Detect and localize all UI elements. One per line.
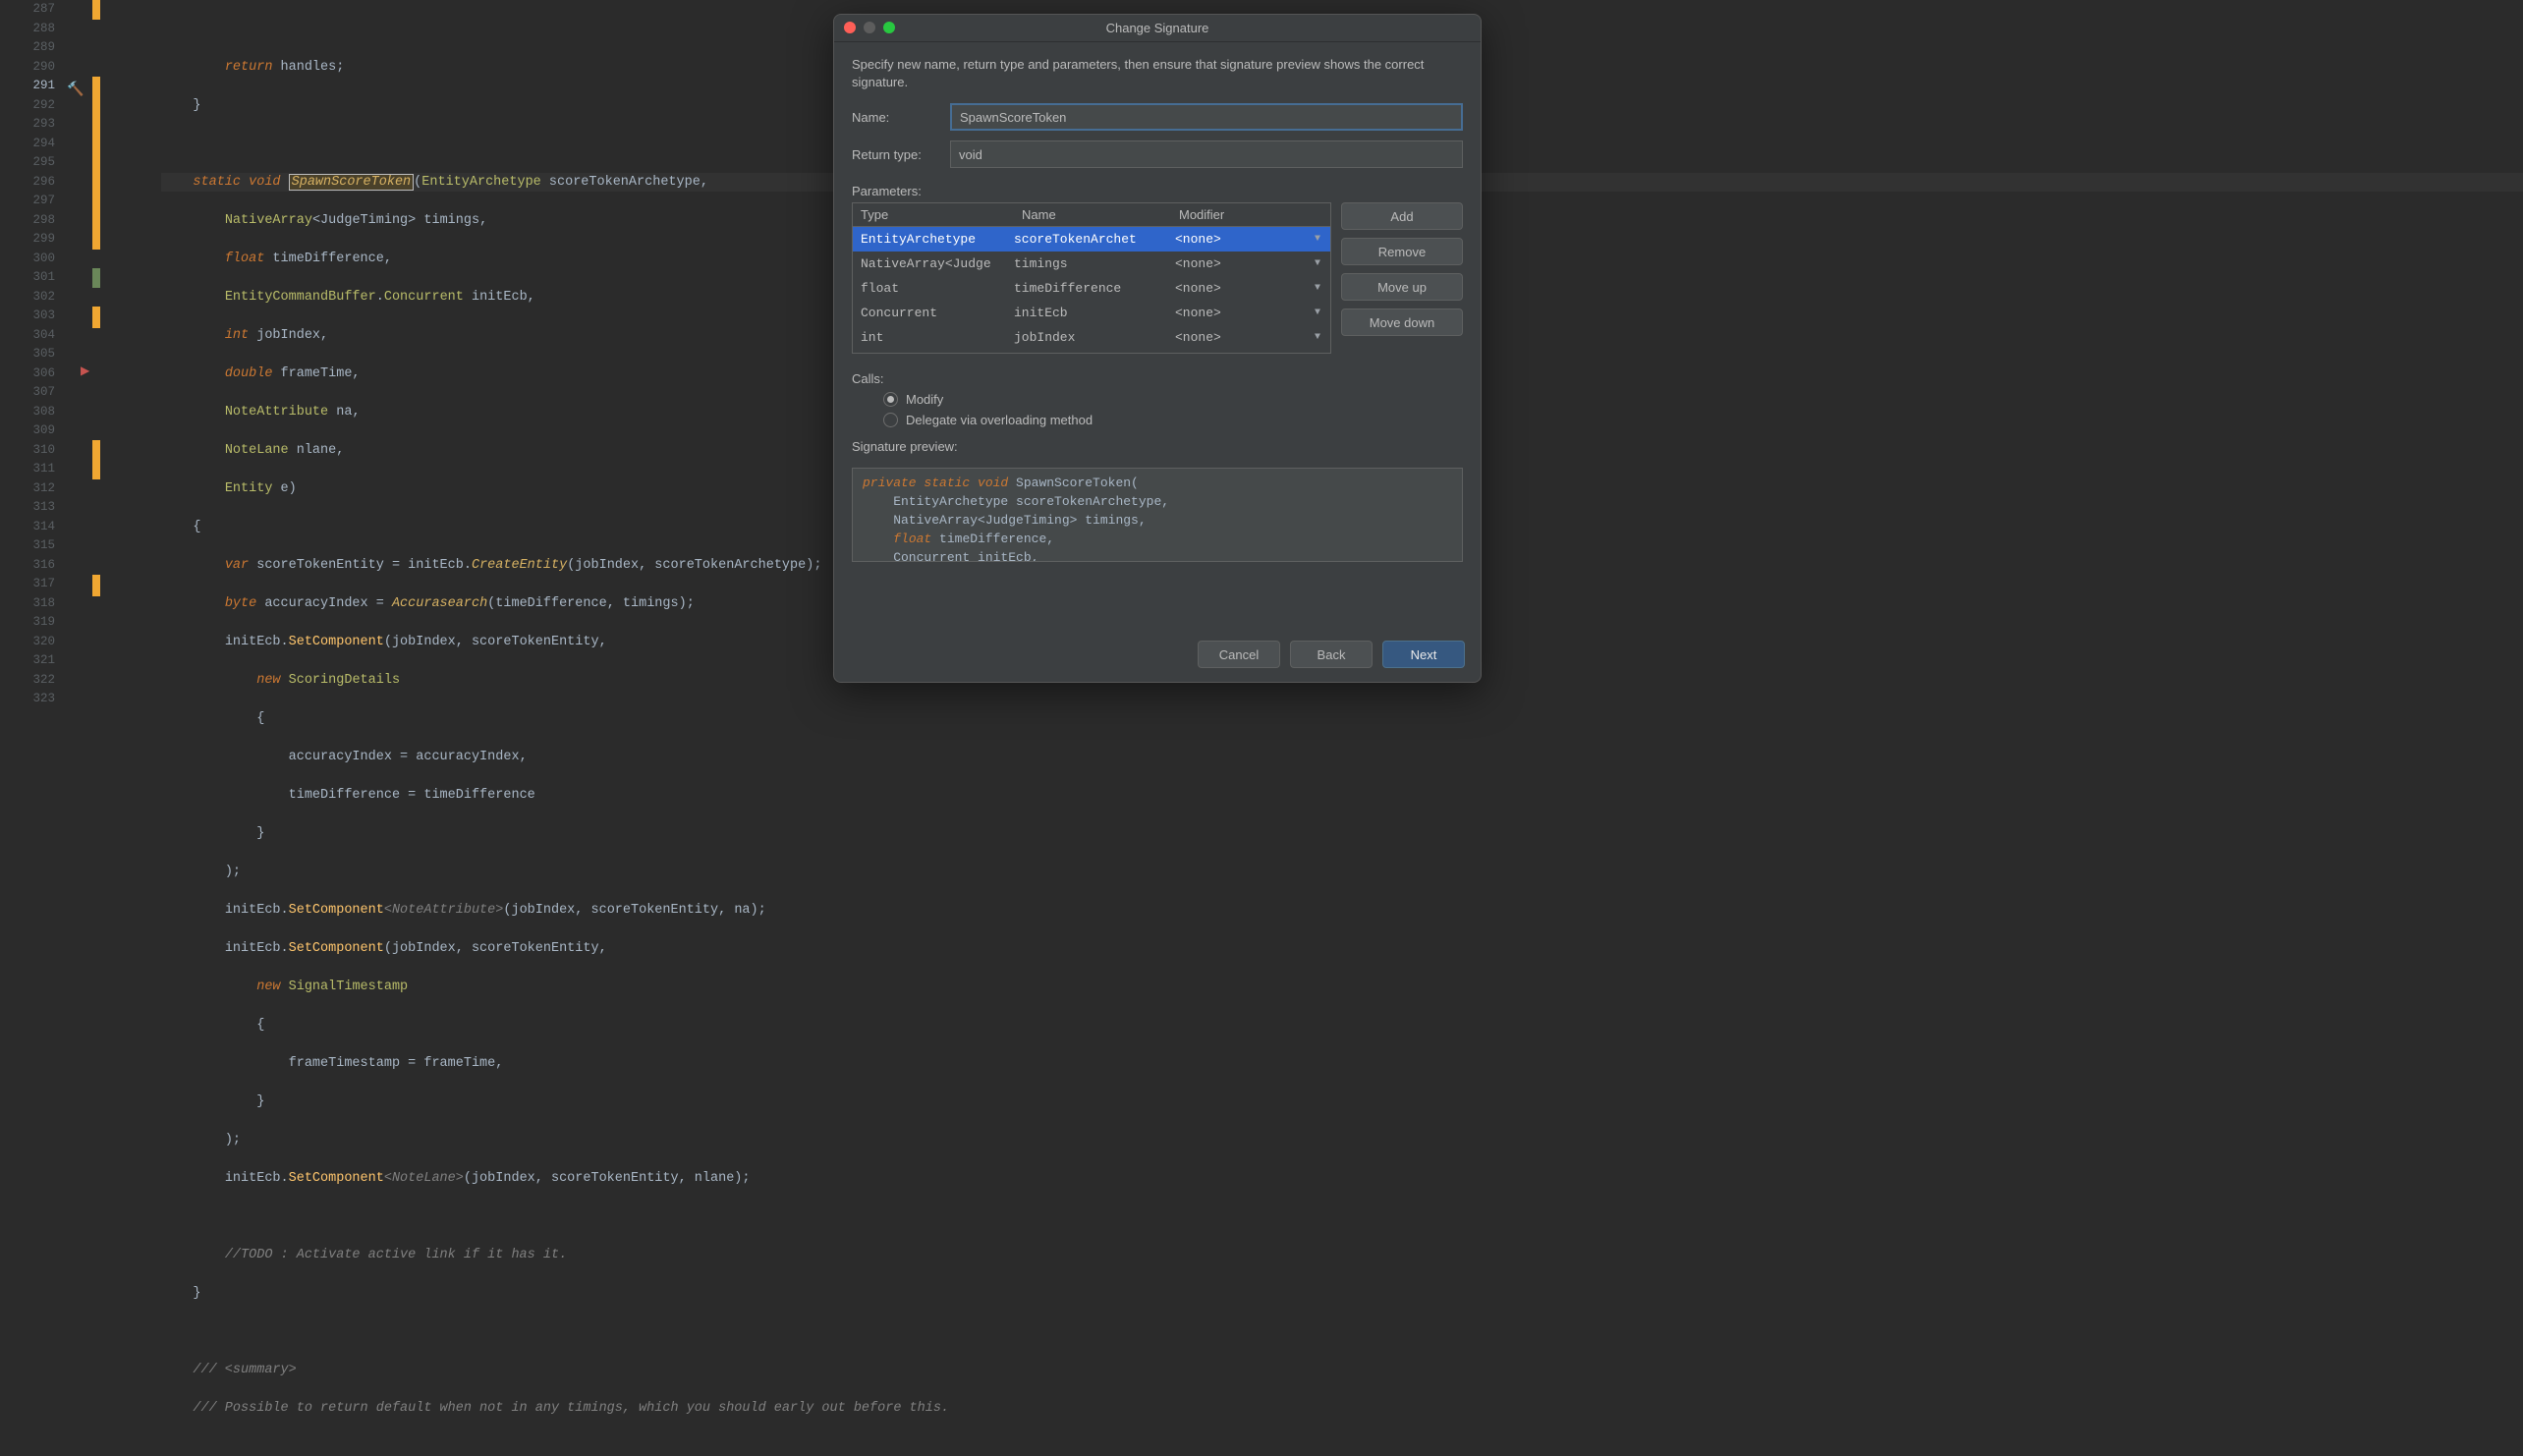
line-number: 288 <box>0 20 55 39</box>
line-number: 298 <box>0 211 55 231</box>
move-down-button[interactable]: Move down <box>1341 308 1463 336</box>
chevron-down-icon[interactable]: ▼ <box>1315 332 1320 343</box>
line-number: 297 <box>0 192 55 211</box>
line-number: 323 <box>0 690 55 709</box>
add-button[interactable]: Add <box>1341 202 1463 230</box>
signature-preview-label: Signature preview: <box>852 439 1463 454</box>
line-number: 309 <box>0 421 55 441</box>
line-number: 300 <box>0 250 55 269</box>
change-marker <box>92 575 100 596</box>
table-row[interactable]: EntityArchetype scoreTokenArchet <none>▼ <box>853 227 1330 252</box>
table-row[interactable]: NativeArray<Judge timings <none>▼ <box>853 252 1330 276</box>
line-number: 317 <box>0 575 55 594</box>
change-marker-added <box>92 268 100 288</box>
change-marker <box>92 77 100 250</box>
remove-button[interactable]: Remove <box>1341 238 1463 265</box>
line-number: 293 <box>0 115 55 135</box>
table-row[interactable]: float timeDifference <none>▼ <box>853 276 1330 301</box>
change-marker <box>92 307 100 328</box>
radio-icon[interactable] <box>883 392 898 407</box>
return-type-label: Return type: <box>852 147 950 162</box>
parameters-label: Parameters: <box>852 184 1463 198</box>
change-marker-gutter: ▶ <box>92 0 102 1161</box>
calls-label: Calls: <box>852 371 1463 386</box>
line-number: 315 <box>0 536 55 556</box>
header-name: Name <box>1014 203 1171 226</box>
line-number: 296 <box>0 173 55 193</box>
name-label: Name: <box>852 110 950 125</box>
line-number: 295 <box>0 153 55 173</box>
line-number: 322 <box>0 671 55 691</box>
parameters-table[interactable]: Type Name Modifier EntityArchetype score… <box>852 202 1331 354</box>
line-number: 303 <box>0 307 55 326</box>
line-number: 311 <box>0 460 55 479</box>
line-number: 313 <box>0 498 55 518</box>
line-number: 299 <box>0 230 55 250</box>
table-row[interactable]: int jobIndex <none>▼ <box>853 325 1330 350</box>
keyword-return: return <box>225 60 273 75</box>
method-name-highlighted: SpawnScoreToken <box>289 174 415 191</box>
todo-comment: //TODO : Activate active link if it has … <box>225 1248 567 1262</box>
name-input[interactable] <box>950 103 1463 131</box>
radio-icon[interactable] <box>883 413 898 427</box>
table-row[interactable]: Concurrent initEcb <none>▼ <box>853 301 1330 325</box>
line-number: 306 <box>0 364 55 384</box>
line-number: 302 <box>0 288 55 308</box>
line-number: 294 <box>0 135 55 154</box>
refactor-hammer-icon[interactable]: 🔨 <box>67 82 84 98</box>
radio-delegate[interactable]: Delegate via overloading method <box>883 413 1463 427</box>
change-marker <box>92 0 100 20</box>
keyword-static: static <box>193 175 241 190</box>
dialog-description: Specify new name, return type and parame… <box>852 56 1463 91</box>
line-number: 308 <box>0 403 55 422</box>
dialog-titlebar[interactable]: Change Signature <box>834 15 1481 42</box>
line-number: 310 <box>0 441 55 461</box>
line-number: 316 <box>0 556 55 576</box>
table-header: Type Name Modifier <box>853 203 1330 227</box>
next-button[interactable]: Next <box>1382 641 1465 668</box>
move-up-button[interactable]: Move up <box>1341 273 1463 301</box>
line-number: 318 <box>0 594 55 614</box>
signature-preview: private static void SpawnScoreToken( Ent… <box>852 468 1463 562</box>
cancel-button[interactable]: Cancel <box>1198 641 1280 668</box>
change-marker <box>92 440 100 479</box>
window-controls <box>844 22 895 33</box>
chevron-down-icon[interactable]: ▼ <box>1315 283 1320 294</box>
line-number: 314 <box>0 518 55 537</box>
minimize-icon[interactable] <box>864 22 875 33</box>
return-type-input[interactable] <box>950 140 1463 168</box>
chevron-down-icon[interactable]: ▼ <box>1315 234 1320 245</box>
chevron-down-icon[interactable]: ▼ <box>1315 258 1320 269</box>
table-row[interactable]: double frameTime <box>853 350 1330 354</box>
line-number: 321 <box>0 651 55 671</box>
dialog-title: Change Signature <box>834 21 1481 35</box>
line-number: 312 <box>0 479 55 499</box>
chevron-down-icon[interactable]: ▼ <box>1315 308 1320 318</box>
close-icon[interactable] <box>844 22 856 33</box>
zoom-icon[interactable] <box>883 22 895 33</box>
line-number: 287 <box>0 0 55 20</box>
line-number: 320 <box>0 633 55 652</box>
line-number: 307 <box>0 383 55 403</box>
header-type: Type <box>853 203 1014 226</box>
line-number: 304 <box>0 326 55 346</box>
dialog-footer: Cancel Back Next <box>834 631 1481 682</box>
line-number: 305 <box>0 345 55 364</box>
radio-modify[interactable]: Modify <box>883 392 1463 407</box>
line-number: 289 <box>0 38 55 58</box>
header-modifier: Modifier <box>1179 207 1224 222</box>
line-number: 319 <box>0 613 55 633</box>
line-number: 292 <box>0 96 55 116</box>
line-number: 290 <box>0 58 55 78</box>
change-signature-dialog: Change Signature Specify new name, retur… <box>833 14 1482 683</box>
breakpoint-icon[interactable]: ▶ <box>81 364 89 378</box>
icon-gutter: 🔨 <box>65 0 92 1161</box>
line-number: 301 <box>0 268 55 288</box>
line-number: 291 <box>0 77 55 96</box>
back-button[interactable]: Back <box>1290 641 1373 668</box>
line-number-gutter: 2872882892902912922932942952962972982993… <box>0 0 65 1161</box>
